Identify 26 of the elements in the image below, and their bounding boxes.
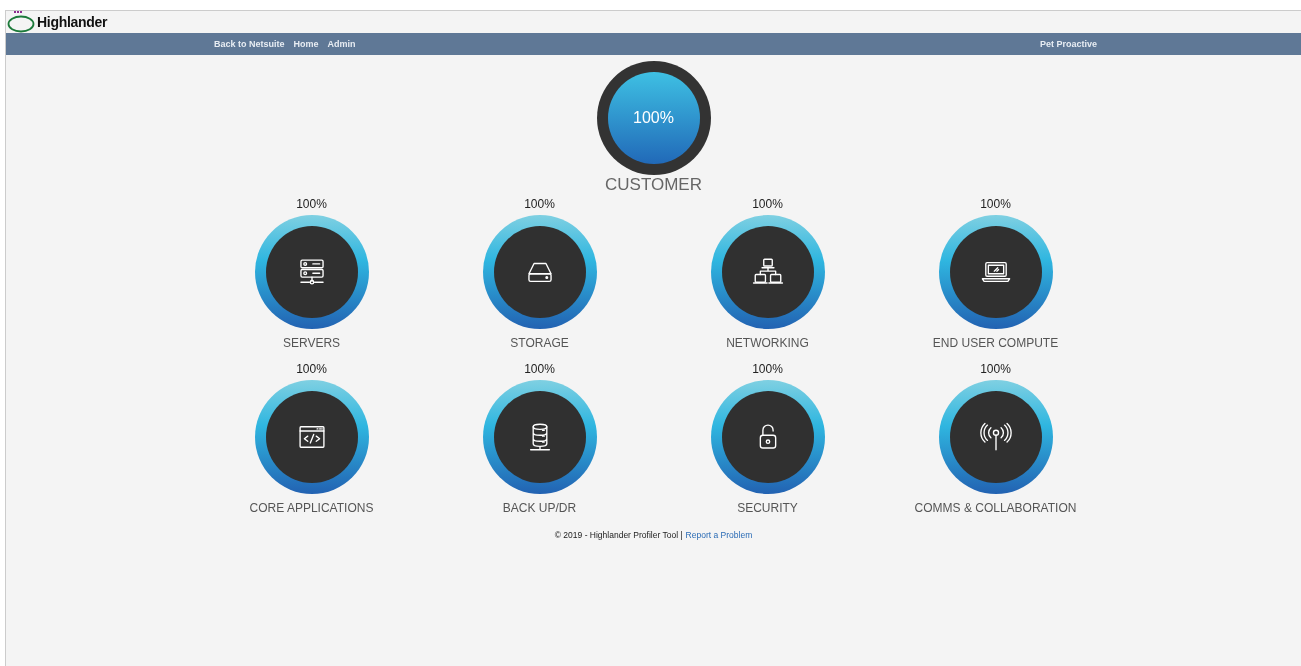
copyright-text: © 2019 - Highlander Profiler Tool | <box>554 530 683 540</box>
nav-link[interactable]: Home <box>293 39 319 49</box>
customer-percent: 100% <box>633 109 674 127</box>
category-label: COMMS & COLLABORATION <box>914 501 1077 515</box>
category-label: SECURITY <box>737 501 798 515</box>
category-label: CORE APPLICATIONS <box>249 501 374 515</box>
category-percent: 100% <box>524 362 555 376</box>
category-label: NETWORKING <box>726 336 809 350</box>
user-link[interactable]: Pet Proactive <box>1039 39 1097 49</box>
category-percent: 100% <box>296 362 327 376</box>
report-link[interactable]: Report a Problem <box>685 530 753 540</box>
category-percent: 100% <box>752 362 783 376</box>
category-percent: 100% <box>524 197 555 211</box>
logo-icon <box>7 11 35 33</box>
category-percent: 100% <box>752 197 783 211</box>
logo-text: Highlander <box>37 14 108 30</box>
category-percent: 100% <box>980 362 1011 376</box>
category-percent: 100% <box>980 197 1011 211</box>
nav-link[interactable]: Admin <box>327 39 356 49</box>
category-label: END USER COMPUTE <box>932 336 1059 350</box>
customer-label: CUSTOMER <box>605 175 702 195</box>
category-label: BACK UP/DR <box>502 501 577 515</box>
category-label: SERVERS <box>282 336 341 350</box>
category-percent: 100% <box>296 197 327 211</box>
category-label: STORAGE <box>510 336 569 350</box>
nav-link[interactable]: Back to Netsuite <box>214 39 285 49</box>
